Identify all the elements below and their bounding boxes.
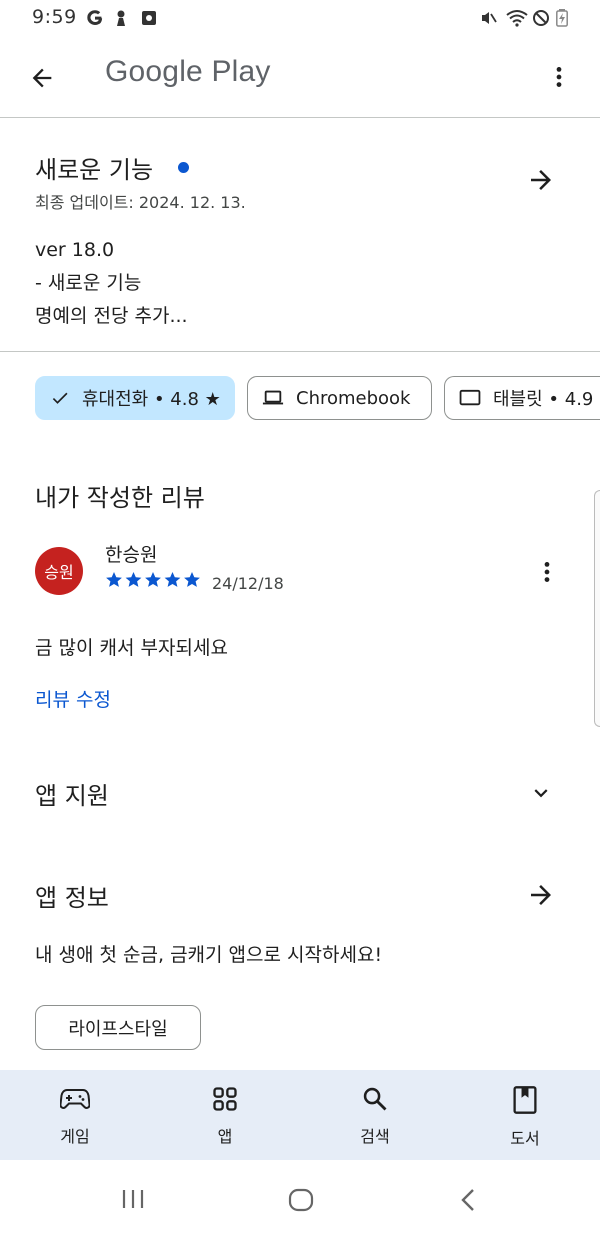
back-arrow-icon[interactable] xyxy=(28,64,56,92)
status-bar: 9:59 xyxy=(0,0,600,38)
chip-label: 태블릿 • 4.9 ★ xyxy=(493,389,600,410)
arrow-forward-icon[interactable] xyxy=(526,165,556,195)
user-icon xyxy=(117,10,125,26)
nav-games[interactable]: 게임 xyxy=(0,1070,150,1160)
nav-label: 게임 xyxy=(60,1127,90,1146)
arrow-forward-icon xyxy=(531,885,551,905)
back-icon[interactable] xyxy=(458,1187,478,1213)
mute-icon xyxy=(482,12,497,24)
nav-search[interactable]: 검색 xyxy=(300,1070,450,1160)
dnd-icon xyxy=(533,10,549,26)
chip-tablet[interactable]: 태블릿 • 4.9 ★ xyxy=(444,376,600,420)
gamepad-icon xyxy=(60,1089,90,1109)
my-review-title: 내가 작성한 리뷰 xyxy=(35,484,205,512)
nav-books[interactable]: 도서 xyxy=(450,1070,600,1160)
tablet-icon xyxy=(459,389,481,406)
review-more-icon[interactable] xyxy=(534,557,560,587)
recent-apps-icon[interactable] xyxy=(120,1188,146,1210)
system-navigation-bar xyxy=(0,1160,600,1233)
release-note-line: 명예의 전당 추가... xyxy=(35,305,188,327)
apps-grid-icon xyxy=(213,1087,237,1111)
status-time: 9:59 xyxy=(32,6,77,28)
square-app-icon xyxy=(142,11,156,25)
search-icon xyxy=(363,1087,387,1111)
whats-new-title: 새로운 기능 xyxy=(35,156,154,184)
release-note-line: - 새로운 기능 xyxy=(35,272,142,294)
chip-label: 휴대전화 • 4.8 ★ xyxy=(82,389,221,410)
app-bar xyxy=(0,38,600,116)
google-icon xyxy=(87,10,103,25)
edit-review-link[interactable]: 리뷰 수정 xyxy=(35,685,111,712)
nav-label: 앱 xyxy=(217,1127,233,1146)
whats-new-section[interactable]: 새로운 기능 최종 업데이트: 2024. 12. 13. ver 18.0 -… xyxy=(0,118,600,351)
battery-icon xyxy=(556,9,568,27)
laptop-icon xyxy=(262,390,284,405)
chip-chromebook[interactable]: Chromebook xyxy=(247,376,432,420)
star-icons xyxy=(106,572,200,587)
chip-phone[interactable]: 휴대전화 • 4.8 ★ xyxy=(35,376,235,420)
check-icon xyxy=(52,392,68,404)
release-note-line: ver 18.0 xyxy=(35,239,115,261)
new-indicator-dot xyxy=(178,162,189,173)
wifi-icon xyxy=(506,10,528,27)
app-support-title: 앱 지원 xyxy=(35,782,109,810)
page-title: Google Play xyxy=(105,55,271,88)
app-support-row[interactable]: 앱 지원 xyxy=(0,760,600,824)
review-author: 한승원 xyxy=(105,544,158,566)
scrollbar[interactable] xyxy=(594,490,600,727)
chip-label: Chromebook xyxy=(296,387,411,409)
app-info-title: 앱 정보 xyxy=(35,884,109,912)
book-icon xyxy=(513,1086,537,1114)
divider xyxy=(0,351,600,352)
release-notes: ver 18.0 - 새로운 기능 명예의 전당 추가... xyxy=(35,234,188,333)
category-chip[interactable]: 라이프스타일 xyxy=(35,1005,201,1050)
more-vert-icon[interactable] xyxy=(546,62,572,92)
avatar: 승원 xyxy=(35,547,83,595)
nav-apps[interactable]: 앱 xyxy=(150,1070,300,1160)
nav-label: 도서 xyxy=(510,1129,540,1148)
star-rating xyxy=(105,571,203,593)
home-icon[interactable] xyxy=(288,1188,314,1212)
nav-label: 검색 xyxy=(360,1127,390,1146)
app-description: 내 생애 첫 순금, 금캐기 앱으로 시작하세요! xyxy=(35,944,383,966)
review-text: 금 많이 캐서 부자되세요 xyxy=(35,637,228,659)
review-date: 24/12/18 xyxy=(212,574,284,593)
chevron-down-icon xyxy=(534,789,548,798)
app-info-row[interactable]: 앱 정보 xyxy=(0,864,600,924)
bottom-navigation: 게임 앱 검색 도서 xyxy=(0,1070,600,1160)
last-updated: 최종 업데이트: 2024. 12. 13. xyxy=(35,193,246,212)
